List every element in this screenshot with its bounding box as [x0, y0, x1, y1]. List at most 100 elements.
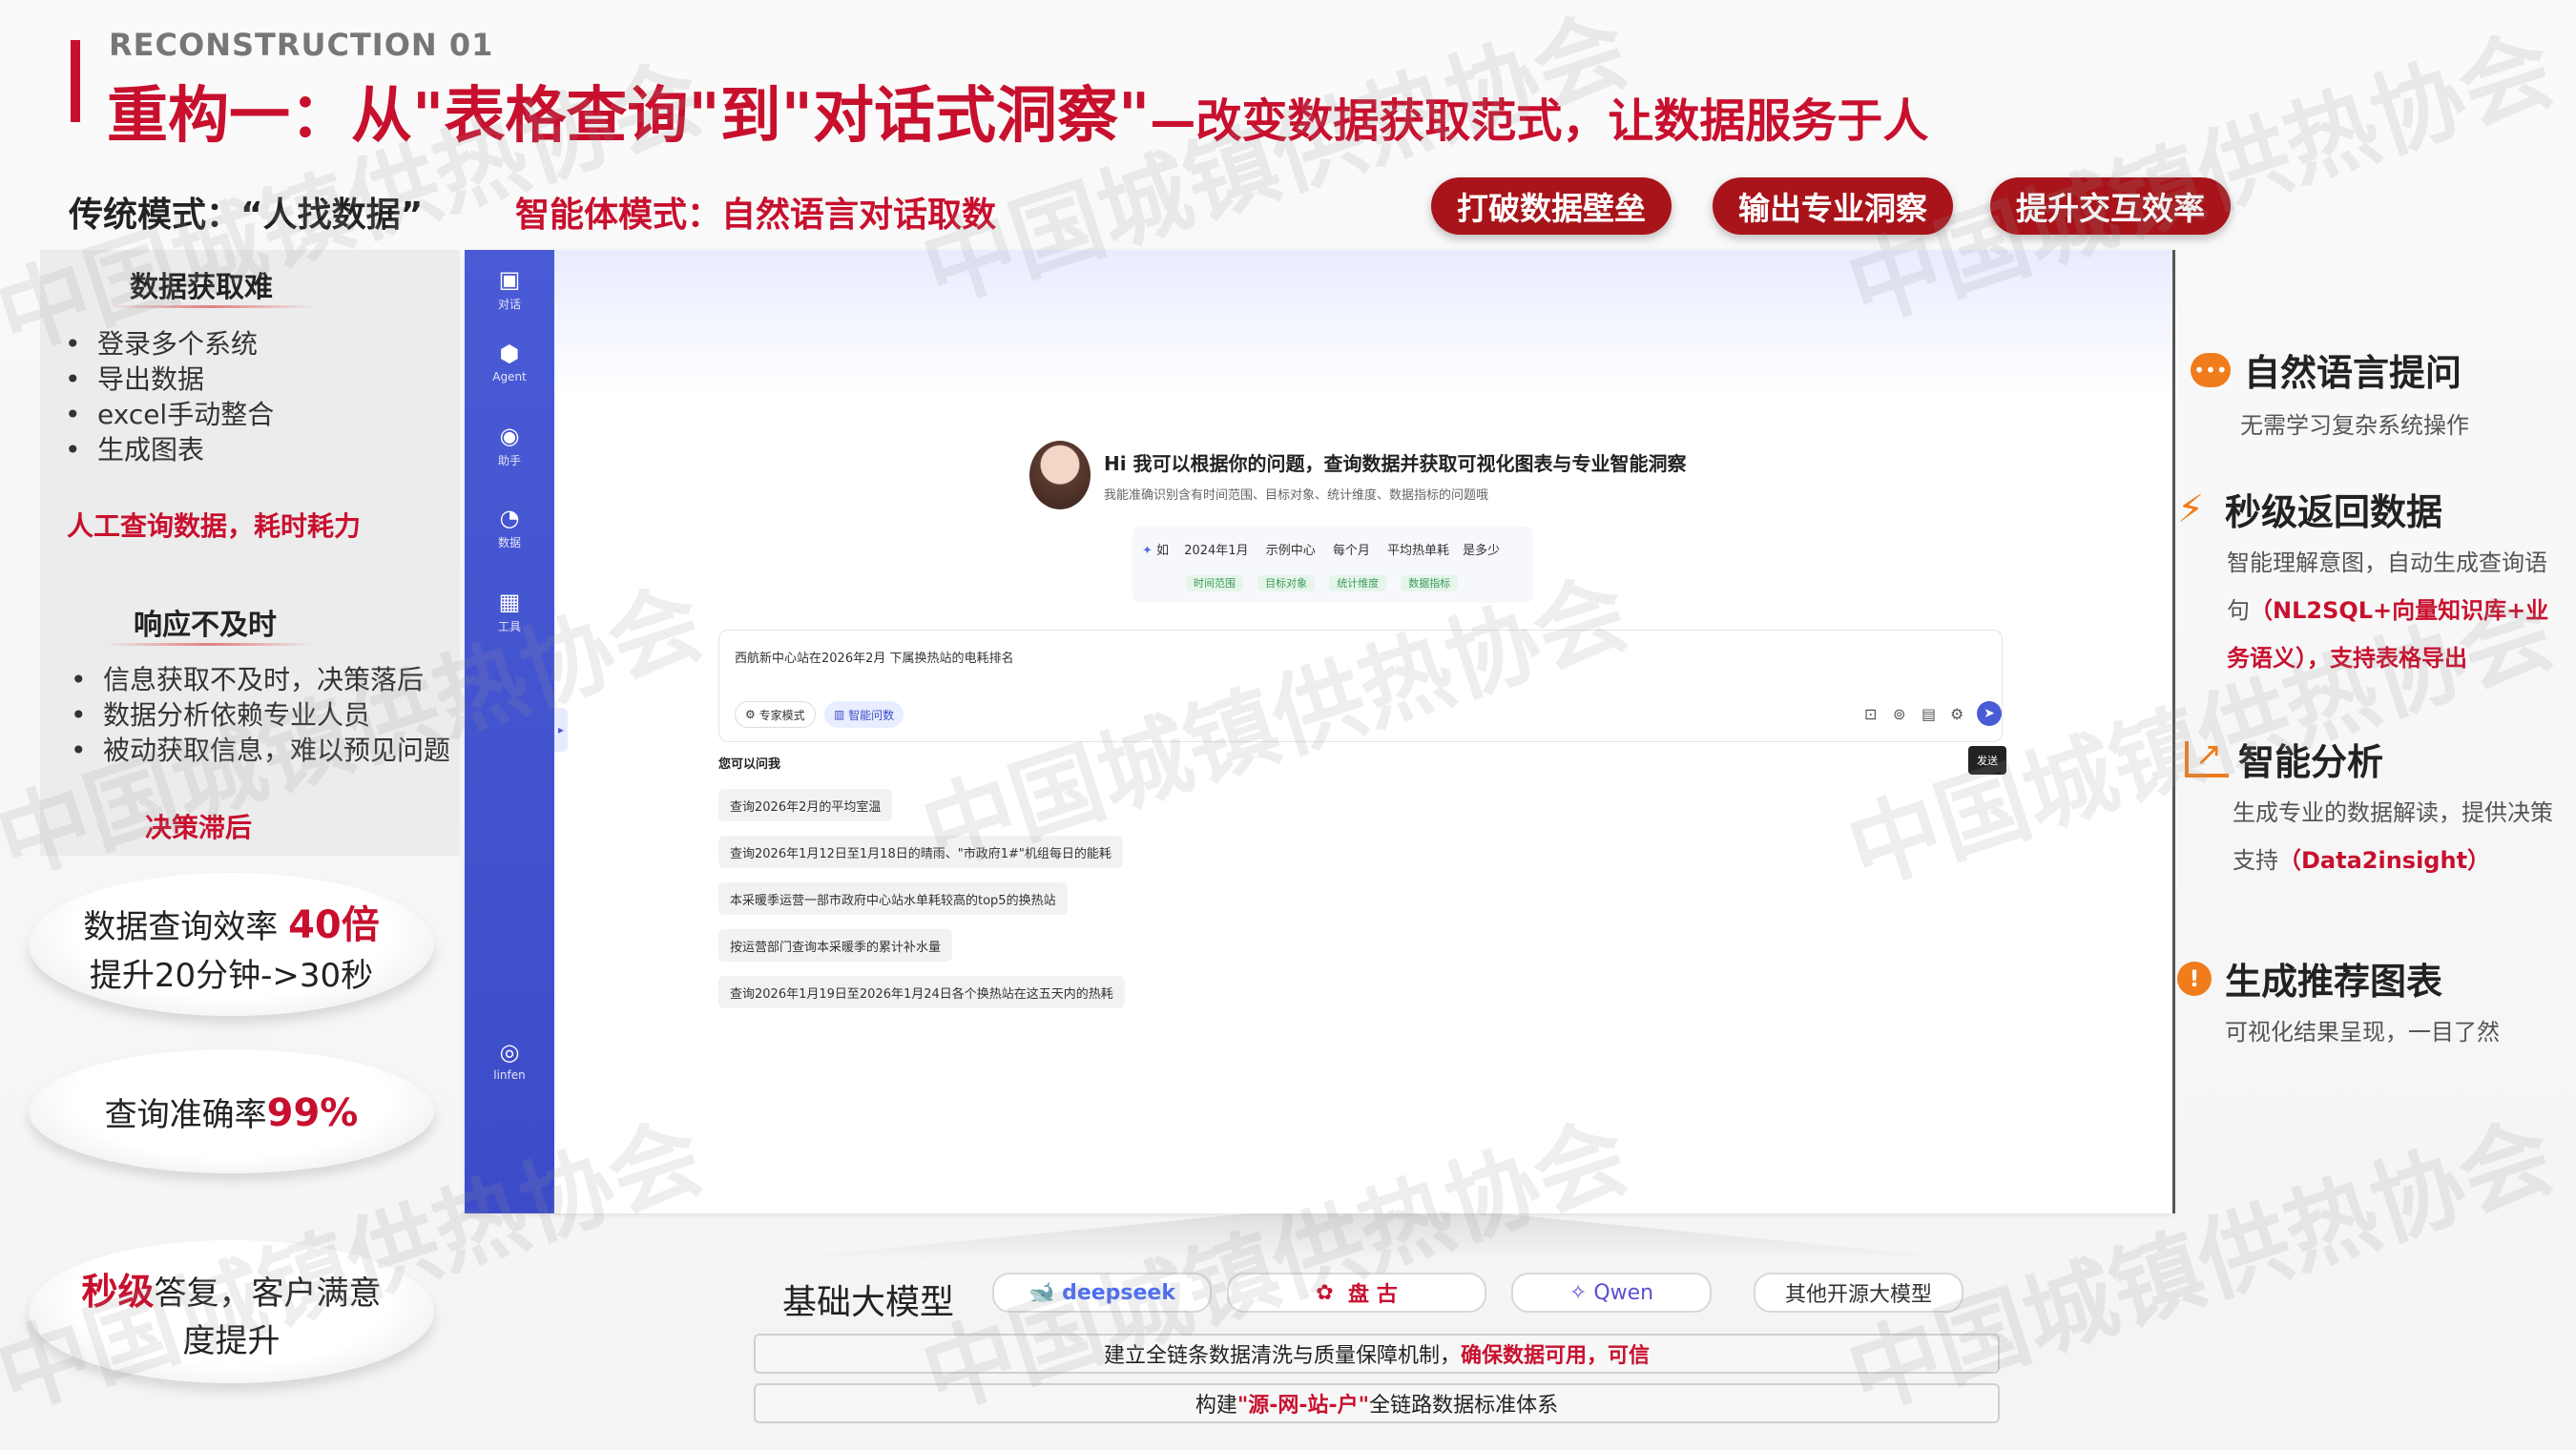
- trend-chart-icon: ↗: [2185, 735, 2229, 777]
- list-item: 生成图表: [61, 432, 274, 467]
- user-profile[interactable]: ◎ linfen: [465, 1040, 554, 1082]
- sidebar-item-chat[interactable]: ▣ 对话: [465, 267, 554, 312]
- suggestion-chip[interactable]: 本采暖季运营一部市政府中心站水单耗较高的top5的换热站: [718, 882, 1068, 915]
- base-model-label: 基础大模型: [782, 1283, 955, 1322]
- feature-recommend-chart: ! 生成推荐图表 可视化结果呈现，一目了然: [2177, 952, 2559, 1056]
- tag-dimension: 统计维度: [1329, 575, 1387, 591]
- data-standard-prefix: 构建: [1195, 1394, 1237, 1418]
- tag-target: 目标对象: [1257, 575, 1316, 591]
- stat-value: 99%: [266, 1090, 359, 1135]
- example-part: 平均热单耗: [1387, 544, 1450, 558]
- difficulty-list: 登录多个系统 导出数据 excel手动整合 生成图表: [61, 326, 274, 467]
- example-part: 示例中心: [1265, 544, 1316, 558]
- sidebar-item-label: 数据: [497, 536, 521, 549]
- sidebar-item-agent[interactable]: ⬢ Agent: [465, 342, 554, 383]
- sidebar-item-label: 助手: [497, 454, 521, 467]
- tag-time-range: 时间范围: [1186, 575, 1243, 591]
- example-card[interactable]: ✦ 如 2024年1月 示例中心 每个月 平均热单耗 是多少 时间范围 目标对象…: [1132, 527, 1533, 603]
- feature-desc: 无需学习复杂系统操作: [2240, 412, 2469, 439]
- query-input-box[interactable]: 西航新中心站在2026年2月 下属换热站的电耗排名 ⚙ 专家模式 ▥ 智能问数 …: [718, 630, 2003, 742]
- send-button[interactable]: ➤: [1977, 701, 2002, 726]
- difficulty-conclusion: 人工查询数据，耗时耗力: [67, 510, 362, 542]
- app-sidebar: ▣ 对话 ⬢ Agent ◉ 助手 ◔ 数据 ▦ 工具 ◎ linfen: [465, 250, 554, 1213]
- attach-icon[interactable]: ⊡: [1864, 705, 1877, 723]
- stat-label: 答复，客户满意: [154, 1274, 382, 1313]
- assistant-icon: ◉: [499, 423, 520, 449]
- data-quality-highlight: 确保数据可用，可信: [1461, 1344, 1651, 1368]
- settings-icon[interactable]: ⚙: [1950, 705, 1963, 723]
- section-underline: [105, 643, 315, 646]
- sidebar-collapse-handle[interactable]: ▸: [554, 708, 568, 752]
- example-prefix: 如: [1156, 544, 1170, 558]
- tools-icon: ▦: [498, 589, 521, 615]
- alert-icon: !: [2177, 961, 2212, 996]
- speech-bubble-icon: •••: [2191, 352, 2231, 387]
- data-standard-row: 构建 "源-网-站-户" 全链路数据标准体系: [754, 1383, 2000, 1423]
- model-name: 盘 古: [1348, 1283, 1398, 1307]
- feature-smart-analysis: ↗ 智能分析 生成专业的数据解读，提供决策支持（Data2insight）: [2185, 733, 2566, 884]
- chart-icon: ▥: [834, 708, 849, 721]
- user-icon: ◎: [499, 1039, 520, 1066]
- other-models-logo: 其他开源大模型: [1754, 1273, 1963, 1313]
- section-underline: [105, 305, 315, 308]
- list-item: 被动获取信息，难以预见问题: [67, 733, 450, 768]
- user-name: linfen: [493, 1068, 526, 1082]
- eyebrow-label: RECONSTRUCTION 01: [109, 27, 494, 63]
- expert-mode-label: 专家模式: [758, 708, 805, 722]
- sidebar-item-label: 工具: [497, 620, 521, 633]
- right-divider: [2172, 250, 2175, 1213]
- delay-list: 信息获取不及时，决策落后 数据分析依赖专业人员 被动获取信息，难以预见问题: [67, 662, 450, 768]
- data-quality-text: 建立全链条数据清洗与质量保障机制，: [1103, 1344, 1461, 1368]
- feature-title: 智能分析: [2238, 741, 2384, 783]
- app-header-gradient: [554, 250, 2172, 393]
- data-standard-highlight: "源-网-站-户": [1236, 1394, 1370, 1418]
- suggestion-chip[interactable]: 查询2026年1月19日至2026年1月24日各个换热站在这五天内的热耗: [718, 976, 1125, 1008]
- suggestion-chip[interactable]: 按运营部门查询本采暖季的累计补水量: [718, 929, 953, 962]
- agent-icon: ⬢: [499, 341, 520, 367]
- traditional-mode-label: 传统模式：“人找数据”: [69, 196, 424, 235]
- sidebar-item-tools[interactable]: ▦ 工具: [465, 590, 554, 634]
- title-accent-bar: [71, 40, 80, 122]
- tag-metric: 数据指标: [1401, 575, 1459, 591]
- page-title-sub: —改变数据获取范式，让数据服务于人: [1150, 94, 1929, 148]
- list-item: 导出数据: [61, 362, 274, 397]
- base-model-platform: [754, 1213, 1994, 1261]
- feature-title: 秒级返回数据: [2225, 491, 2443, 533]
- sidebar-item-assistant[interactable]: ◉ 助手: [465, 424, 554, 468]
- suggestion-chip[interactable]: 查询2026年1月12日至1月18日的晴雨、"市政府1#"机组每日的能耗: [718, 836, 1123, 868]
- deepseek-logo: 🐋 deepseek: [992, 1273, 1212, 1313]
- lightning-icon: ⚡: [2177, 487, 2205, 531]
- expert-icon: ⚙: [745, 708, 759, 721]
- example-part: 每个月: [1332, 544, 1370, 558]
- sparkle-icon: ✦: [1142, 544, 1153, 558]
- pill-interaction-efficiency: 提升交互效率: [1990, 177, 2231, 235]
- whale-icon: 🐋: [1028, 1280, 1063, 1305]
- base-model-row: 基础大模型 🐋 deepseek ✿ 盘 古 ✧ Qwen 其他开源大模型: [754, 1269, 2000, 1322]
- list-item: 登录多个系统: [61, 326, 274, 362]
- suggestions-title: 您可以问我: [718, 757, 781, 772]
- smart-query-label: 智能问数: [848, 708, 895, 722]
- feature-desc-highlight: （NL2SQL+向量知识库+业务语义），支持表格导出: [2227, 597, 2549, 672]
- at-icon[interactable]: ⊚: [1893, 705, 1905, 723]
- smart-query-toggle[interactable]: ▥ 智能问数: [824, 701, 904, 728]
- expert-mode-toggle[interactable]: ⚙ 专家模式: [735, 701, 816, 728]
- agent-mode-label: 智能体模式：自然语言对话取数: [515, 196, 997, 235]
- sidebar-item-label: Agent: [492, 370, 527, 383]
- query-input-text[interactable]: 西航新中心站在2026年2月 下属换热站的电耗排名: [735, 648, 1014, 666]
- page-title-main: 重构一：从"表格查询"到"对话式洞察": [107, 81, 1151, 152]
- stat-value: 40倍: [288, 902, 380, 947]
- data-standard-suffix: 全链路数据标准体系: [1369, 1394, 1559, 1418]
- chat-icon: ▣: [498, 266, 521, 293]
- qwen-logo: ✧ Qwen: [1511, 1273, 1712, 1313]
- stat-query-efficiency: 数据查询效率 40倍 提升20分钟->30秒: [29, 873, 434, 1016]
- file-icon[interactable]: ▤: [1922, 705, 1936, 723]
- stat-label: 查询准确率: [104, 1095, 267, 1134]
- feature-title: 自然语言提问: [2244, 352, 2462, 394]
- sidebar-item-data[interactable]: ◔ 数据: [465, 506, 554, 550]
- model-name: Qwen: [1593, 1280, 1654, 1305]
- suggestion-chip[interactable]: 查询2026年2月的平均室温: [718, 789, 893, 821]
- greeting-text: Hi 我可以根据你的问题，查询数据并获取可视化图表与专业智能洞察: [1104, 452, 1687, 475]
- delay-conclusion: 决策滞后: [145, 812, 253, 843]
- section-heading-data-difficulty: 数据获取难: [130, 271, 273, 304]
- list-item: excel手动整合: [61, 397, 274, 432]
